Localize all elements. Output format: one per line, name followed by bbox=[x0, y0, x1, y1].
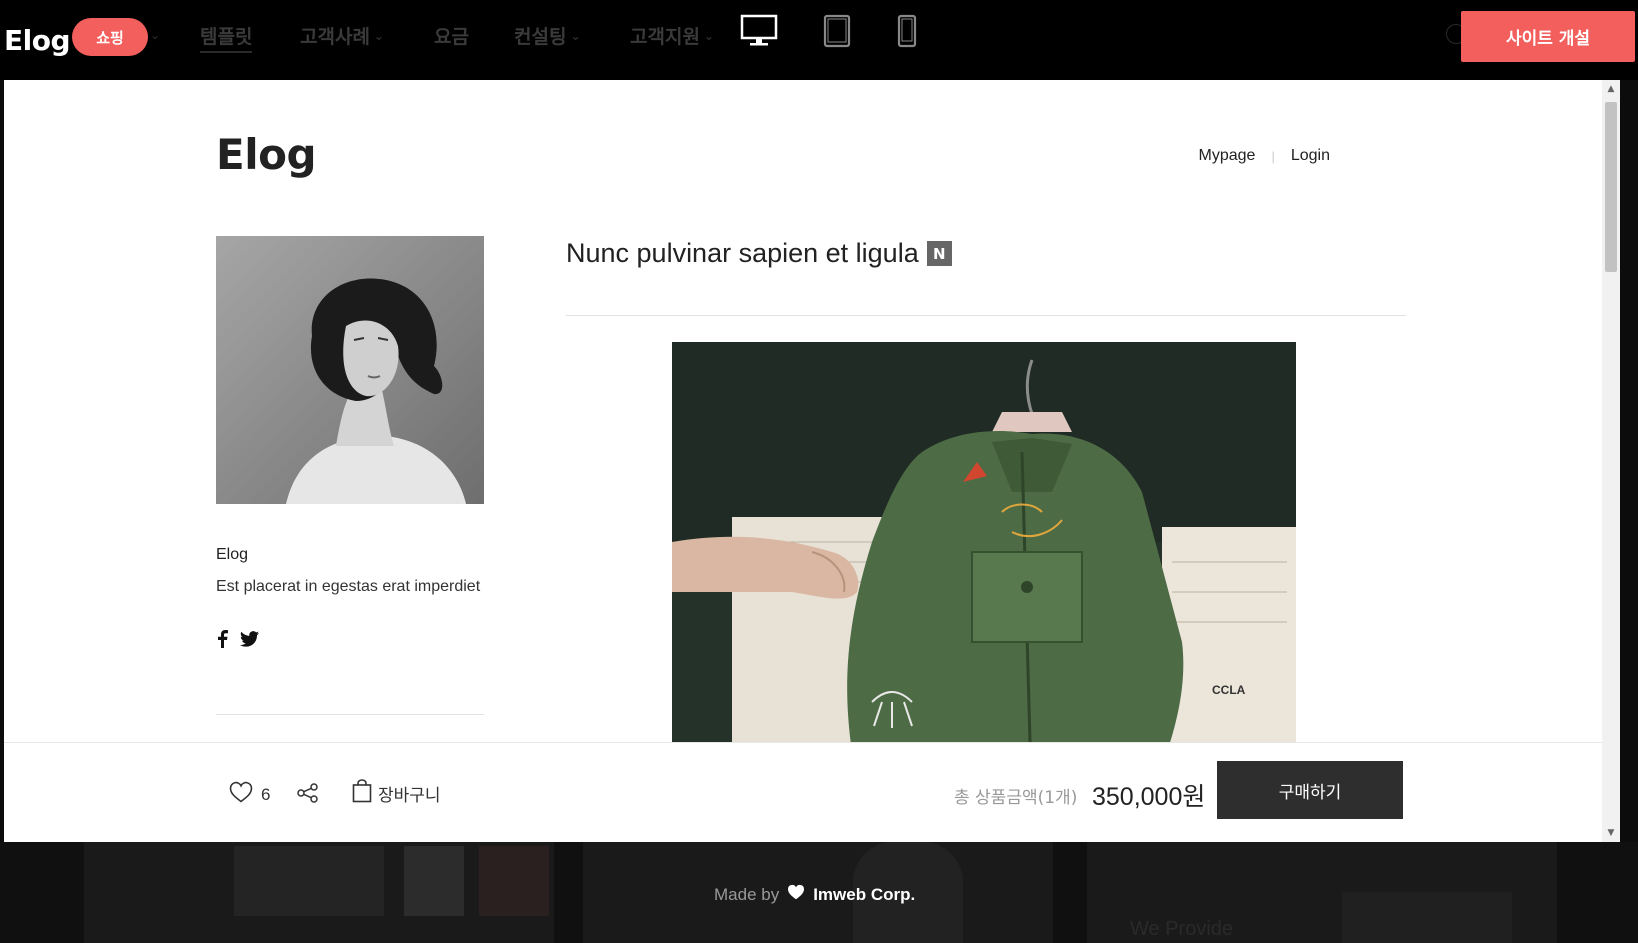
social-links bbox=[216, 630, 259, 652]
tablet-icon[interactable] bbox=[823, 14, 851, 52]
heart-icon bbox=[229, 781, 253, 808]
new-badge: N bbox=[926, 241, 952, 266]
chevron-down-icon: ⌄ bbox=[703, 28, 714, 43]
post-title-text: Nunc pulvinar sapien et ligula bbox=[566, 238, 919, 268]
nav-templates[interactable]: 템플릿 bbox=[200, 22, 253, 53]
divider bbox=[566, 315, 1406, 316]
cart-button[interactable]: 장바구니 bbox=[352, 779, 441, 808]
mobile-icon[interactable] bbox=[897, 14, 917, 52]
svg-text:CCLA: CCLA bbox=[1212, 683, 1246, 697]
site-logo[interactable]: Elog bbox=[216, 130, 317, 179]
site-preview: Elog Mypage | Login Elog Est placerat in… bbox=[4, 80, 1620, 842]
total-price: 350,000원 bbox=[1092, 783, 1206, 811]
open-site-button[interactable]: 사이트 개설 bbox=[1461, 11, 1635, 62]
chevron-down-icon: ⌄ bbox=[150, 28, 161, 42]
profile-description: Est placerat in egestas erat imperdiet bbox=[216, 578, 481, 595]
shopping-bag-icon bbox=[352, 779, 372, 808]
nav-customer-cases[interactable]: 고객사례 ⌄ bbox=[300, 22, 384, 49]
scroll-up-arrow-icon[interactable]: ▲ bbox=[1606, 84, 1616, 94]
brand-logo[interactable]: Elog bbox=[4, 24, 71, 57]
scrollbar[interactable]: ▲ ▼ bbox=[1602, 80, 1620, 842]
nav-label: 컨설팅 bbox=[514, 26, 567, 48]
nav-label: 템플릿 bbox=[200, 26, 253, 48]
post-image: CCLA bbox=[672, 342, 1296, 752]
buy-button[interactable]: 구매하기 bbox=[1217, 761, 1403, 819]
post-title[interactable]: Nunc pulvinar sapien et ligula N bbox=[566, 238, 952, 269]
company-name: Imweb Corp. bbox=[813, 884, 916, 904]
like-count: 6 bbox=[261, 784, 271, 804]
desktop-icon[interactable] bbox=[740, 14, 778, 52]
chevron-down-icon: ⌄ bbox=[373, 28, 384, 43]
account-links: Mypage | Login bbox=[1199, 147, 1330, 165]
purchase-bar: 6 장바구니 총 상품금액(1개) 350,000원 구매하기 bbox=[4, 742, 1602, 842]
nav-label: 고객사례 bbox=[300, 26, 370, 48]
twitter-icon[interactable] bbox=[240, 631, 259, 651]
like-button[interactable]: 6 bbox=[229, 781, 270, 808]
heart-icon bbox=[787, 884, 805, 905]
share-icon[interactable] bbox=[297, 783, 319, 807]
nav-consulting[interactable]: 컨설팅 ⌄ bbox=[514, 22, 581, 49]
divider: | bbox=[1271, 148, 1275, 164]
login-link[interactable]: Login bbox=[1291, 147, 1330, 165]
nav-pricing[interactable]: 요금 bbox=[434, 22, 469, 49]
scroll-down-arrow-icon[interactable]: ▼ bbox=[1606, 828, 1616, 838]
chevron-down-icon: ⌄ bbox=[570, 28, 581, 43]
made-by-credit[interactable]: Made by Imweb Corp. bbox=[714, 884, 915, 905]
cart-label: 장바구니 bbox=[378, 786, 441, 806]
facebook-icon[interactable] bbox=[216, 630, 228, 652]
made-by-label: Made by bbox=[714, 884, 780, 904]
nav-support[interactable]: 고객지원 ⌄ bbox=[630, 22, 714, 49]
mypage-link[interactable]: Mypage bbox=[1199, 147, 1256, 165]
scroll-thumb[interactable] bbox=[1605, 102, 1617, 272]
background-card-text: We Provide bbox=[1130, 918, 1234, 940]
divider bbox=[216, 714, 484, 715]
profile-name: Elog bbox=[216, 546, 249, 563]
profile-photo bbox=[216, 236, 484, 504]
editor-topbar: Elog 쇼핑 ⌄ 템플릿 고객사례 ⌄ 요금 컨설팅 ⌄ 고객지원 ⌄ 사이트… bbox=[0, 0, 1638, 80]
template-card[interactable] bbox=[84, 842, 554, 943]
category-pill[interactable]: 쇼핑 bbox=[72, 18, 148, 56]
nav-label: 요금 bbox=[434, 26, 469, 48]
nav-label: 고객지원 bbox=[630, 26, 700, 48]
total-label: 총 상품금액(1개) bbox=[954, 788, 1078, 808]
